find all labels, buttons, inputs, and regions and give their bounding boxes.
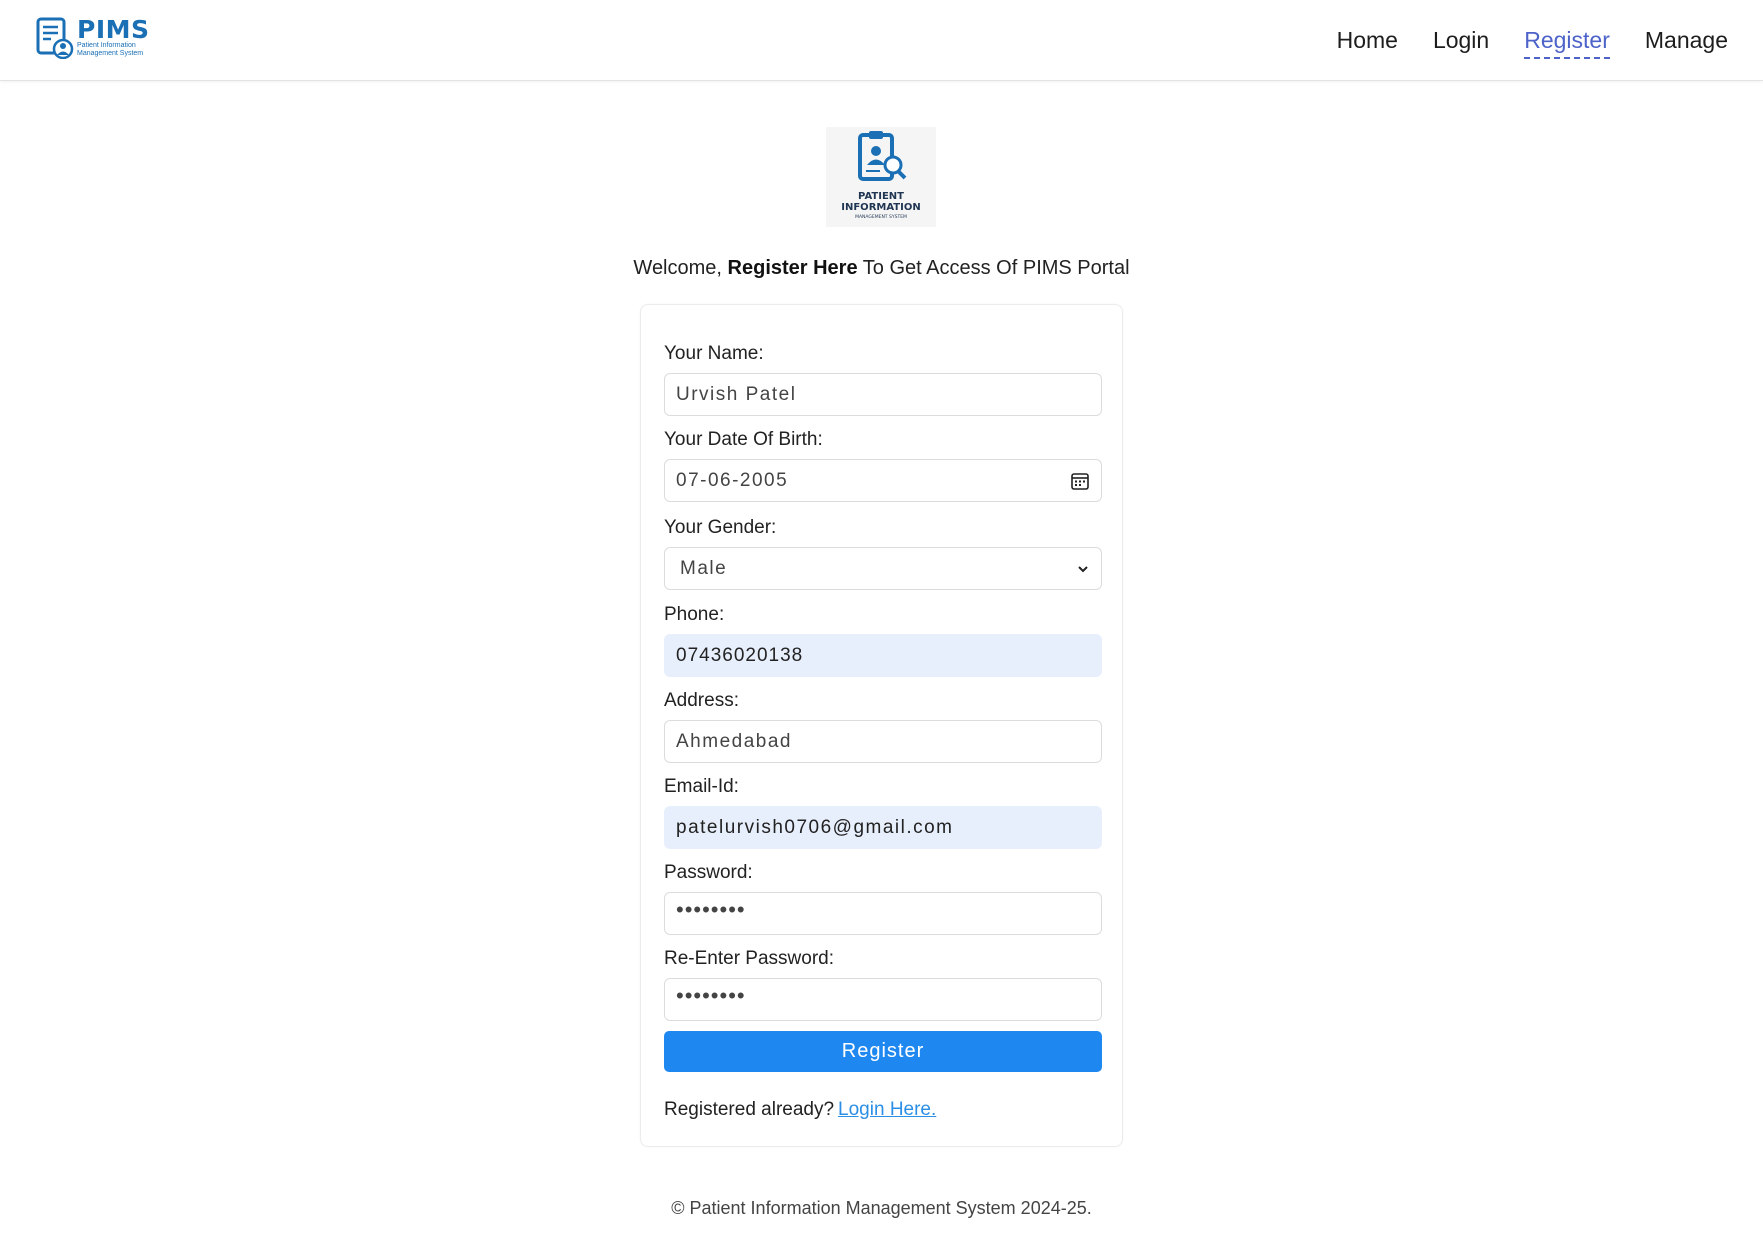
name-field-group: Your Name: Urvish Patel <box>664 341 1102 416</box>
address-label: Address: <box>664 690 739 711</box>
chevron-down-icon <box>1078 565 1088 572</box>
gender-field-group: Your Gender: Male <box>664 515 1102 590</box>
password-input[interactable]: •••••••• <box>664 892 1102 935</box>
address-value: Ahmedabad <box>676 730 792 752</box>
phone-value: 07436020138 <box>676 644 804 666</box>
brand-name: PIMS <box>77 15 150 44</box>
name-label: Your Name: <box>664 343 764 364</box>
phone-input[interactable]: 07436020138 <box>664 634 1102 677</box>
nav-home[interactable]: Home <box>1337 26 1398 59</box>
address-field-group: Address: Ahmedabad <box>664 688 1102 763</box>
footer-copyright: © Patient Information Management System … <box>671 1198 1092 1218</box>
already-text: Registered already? <box>664 1099 835 1120</box>
gender-label: Your Gender: <box>664 517 777 538</box>
name-value: Urvish Patel <box>676 383 797 405</box>
nav-register[interactable]: Register <box>1524 26 1610 59</box>
phone-label: Phone: <box>664 604 725 625</box>
nav-manage[interactable]: Manage <box>1645 26 1728 59</box>
main-nav: Home Login Register Manage <box>1337 26 1728 59</box>
email-input[interactable]: patelurvish0706@gmail.com <box>664 806 1102 849</box>
gender-select[interactable]: Male <box>664 547 1102 590</box>
phone-field-group: Phone: 07436020138 <box>664 602 1102 677</box>
repassword-field-group: Re-Enter Password: •••••••• <box>664 946 1102 1021</box>
repassword-input[interactable]: •••••••• <box>664 978 1102 1021</box>
repassword-value: •••••••• <box>676 982 746 1008</box>
register-card: Your Name: Urvish Patel Your Date Of Bir… <box>640 304 1123 1147</box>
login-here-link[interactable]: Login Here. <box>838 1099 936 1120</box>
register-button[interactable]: Register <box>664 1031 1102 1072</box>
password-label: Password: <box>664 862 753 883</box>
welcome-prefix: Welcome, <box>633 257 722 279</box>
top-navbar: PIMS Patient Information Management Syst… <box>0 0 1763 81</box>
nav-login[interactable]: Login <box>1433 26 1489 59</box>
login-prompt: Registered already? Login Here. <box>664 1099 936 1121</box>
repassword-label: Re-Enter Password: <box>664 948 835 969</box>
password-field-group: Password: •••••••• <box>664 860 1102 935</box>
welcome-text: Welcome, Register Here To Get Access Of … <box>0 257 1763 280</box>
brand-text: PIMS Patient Information Management Syst… <box>77 15 150 58</box>
pims-logo: PATIENT INFORMATION MANAGEMENT SYSTEM <box>826 127 936 227</box>
password-value: •••••••• <box>676 896 746 922</box>
welcome-suffix: To Get Access Of PIMS Portal <box>862 257 1130 279</box>
email-value: patelurvish0706@gmail.com <box>676 816 954 838</box>
brand-logo[interactable]: PIMS Patient Information Management Syst… <box>36 17 150 59</box>
logo-line1: PATIENT <box>858 191 904 202</box>
calendar-icon[interactable] <box>1070 471 1090 491</box>
logo-line3: MANAGEMENT SYSTEM <box>855 214 907 220</box>
logo-line2: INFORMATION <box>841 202 920 213</box>
dob-input[interactable]: 07-06-2005 <box>664 459 1102 502</box>
welcome-bold: Register Here <box>727 257 858 279</box>
email-label: Email-Id: <box>664 776 739 797</box>
gender-value: Male <box>680 557 728 579</box>
dob-field-group: Your Date Of Birth: 07-06-2005 <box>664 427 1102 502</box>
name-input[interactable]: Urvish Patel <box>664 373 1102 416</box>
brand-subtitle-2: Management System <box>77 50 144 57</box>
dob-label: Your Date Of Birth: <box>664 429 823 450</box>
dob-value: 07-06-2005 <box>676 469 789 491</box>
patient-record-icon <box>36 17 74 59</box>
email-field-group: Email-Id: patelurvish0706@gmail.com <box>664 774 1102 849</box>
address-input[interactable]: Ahmedabad <box>664 720 1102 763</box>
